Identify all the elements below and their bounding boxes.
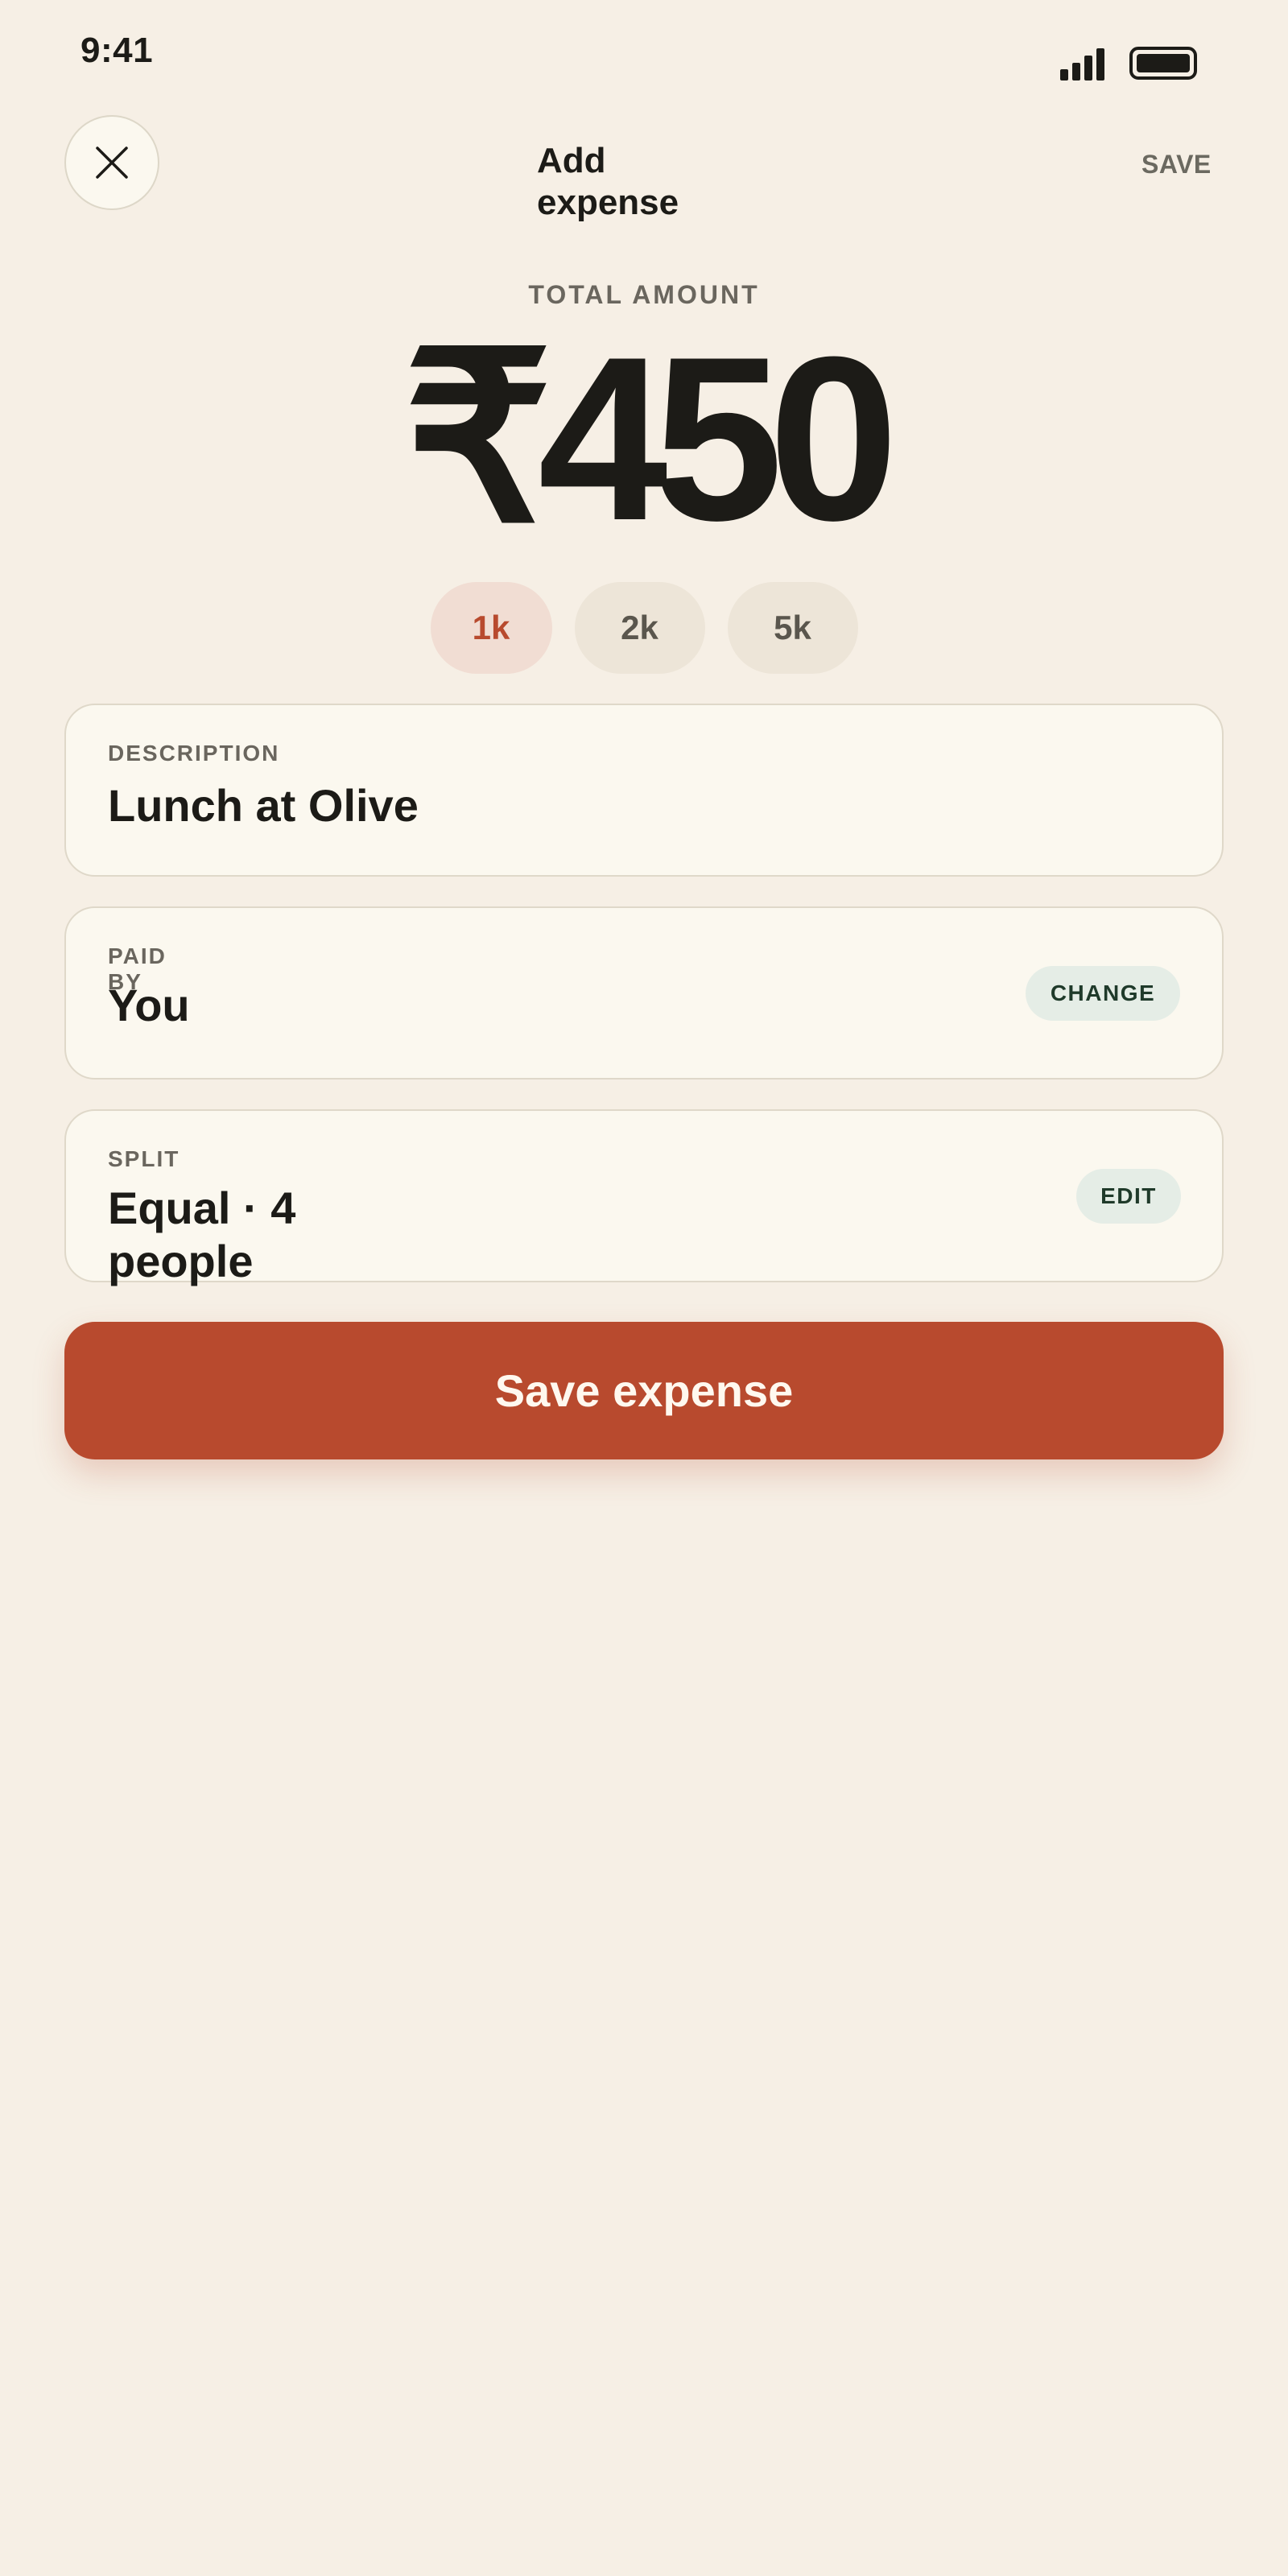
split-card: SPLIT Equal · 4 people EDIT — [64, 1109, 1224, 1286]
quick-amount-chip-5k[interactable]: 5k — [727, 582, 858, 674]
paid-by-value: You — [108, 980, 190, 1030]
amount-value[interactable]: ₹450 — [0, 318, 1288, 559]
quick-amount-chip-2k[interactable]: 2k — [574, 582, 705, 674]
status-time: 9:41 — [80, 31, 154, 70]
change-payer-button[interactable]: CHANGE — [1026, 966, 1180, 1021]
split-label: SPLIT — [108, 1146, 180, 1171]
save-expense-button[interactable]: Save expense — [64, 1322, 1224, 1459]
header-save-button[interactable]: SAVE — [1141, 150, 1212, 180]
total-amount-label: TOTAL AMOUNT — [528, 280, 760, 309]
signal-bars-icon — [1060, 48, 1104, 80]
page-title: Add expense — [537, 141, 679, 222]
paid-by-card: PAID BY You CHANGE — [64, 906, 1224, 1080]
quick-amount-chip-1k[interactable]: 1k — [430, 582, 552, 674]
split-value: Equal · 4 people — [108, 1183, 296, 1286]
quick-amount-chips: 1k 2k 5k — [0, 582, 1288, 674]
battery-full-icon — [1129, 47, 1197, 80]
description-field[interactable]: DESCRIPTION Lunch at Olive — [64, 704, 1224, 877]
edit-split-button[interactable]: EDIT — [1076, 1169, 1181, 1224]
close-icon — [96, 147, 128, 179]
description-value[interactable]: Lunch at Olive — [108, 779, 419, 832]
description-label: DESCRIPTION — [108, 741, 280, 766]
close-button[interactable] — [64, 115, 159, 210]
